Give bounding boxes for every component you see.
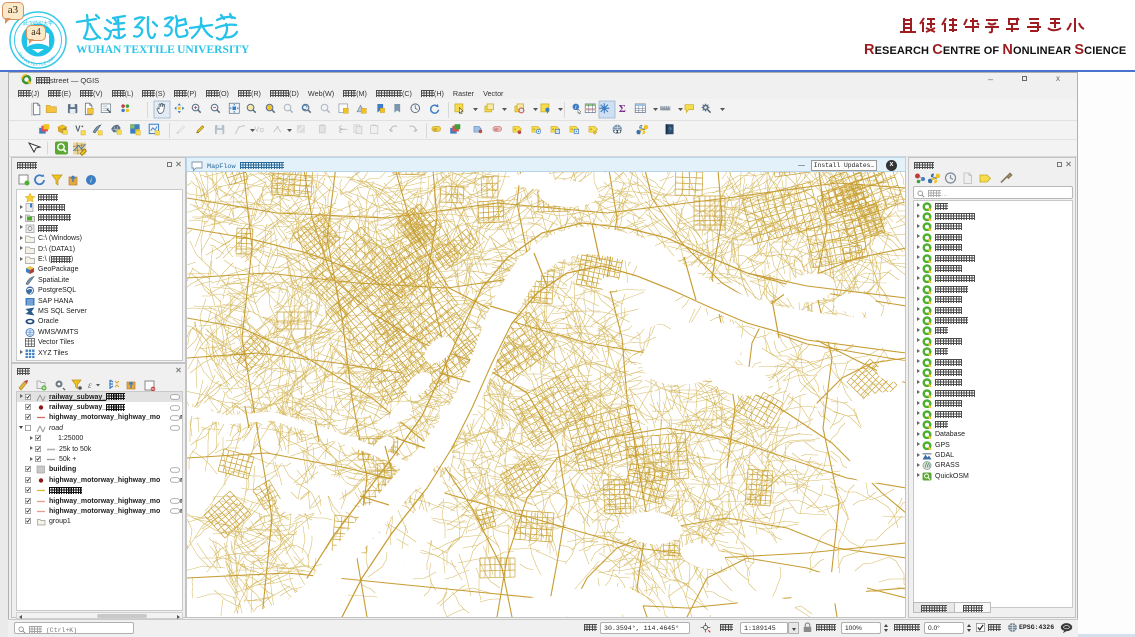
svg-text:ab: ab bbox=[433, 128, 437, 132]
svg-text:V: V bbox=[75, 124, 81, 133]
svg-text:ε: ε bbox=[88, 380, 92, 390]
svg-text:ab: ab bbox=[494, 128, 498, 132]
svg-text:i: i bbox=[90, 177, 92, 185]
svg-text:?: ? bbox=[668, 127, 671, 133]
svg-text:V: V bbox=[255, 124, 260, 133]
